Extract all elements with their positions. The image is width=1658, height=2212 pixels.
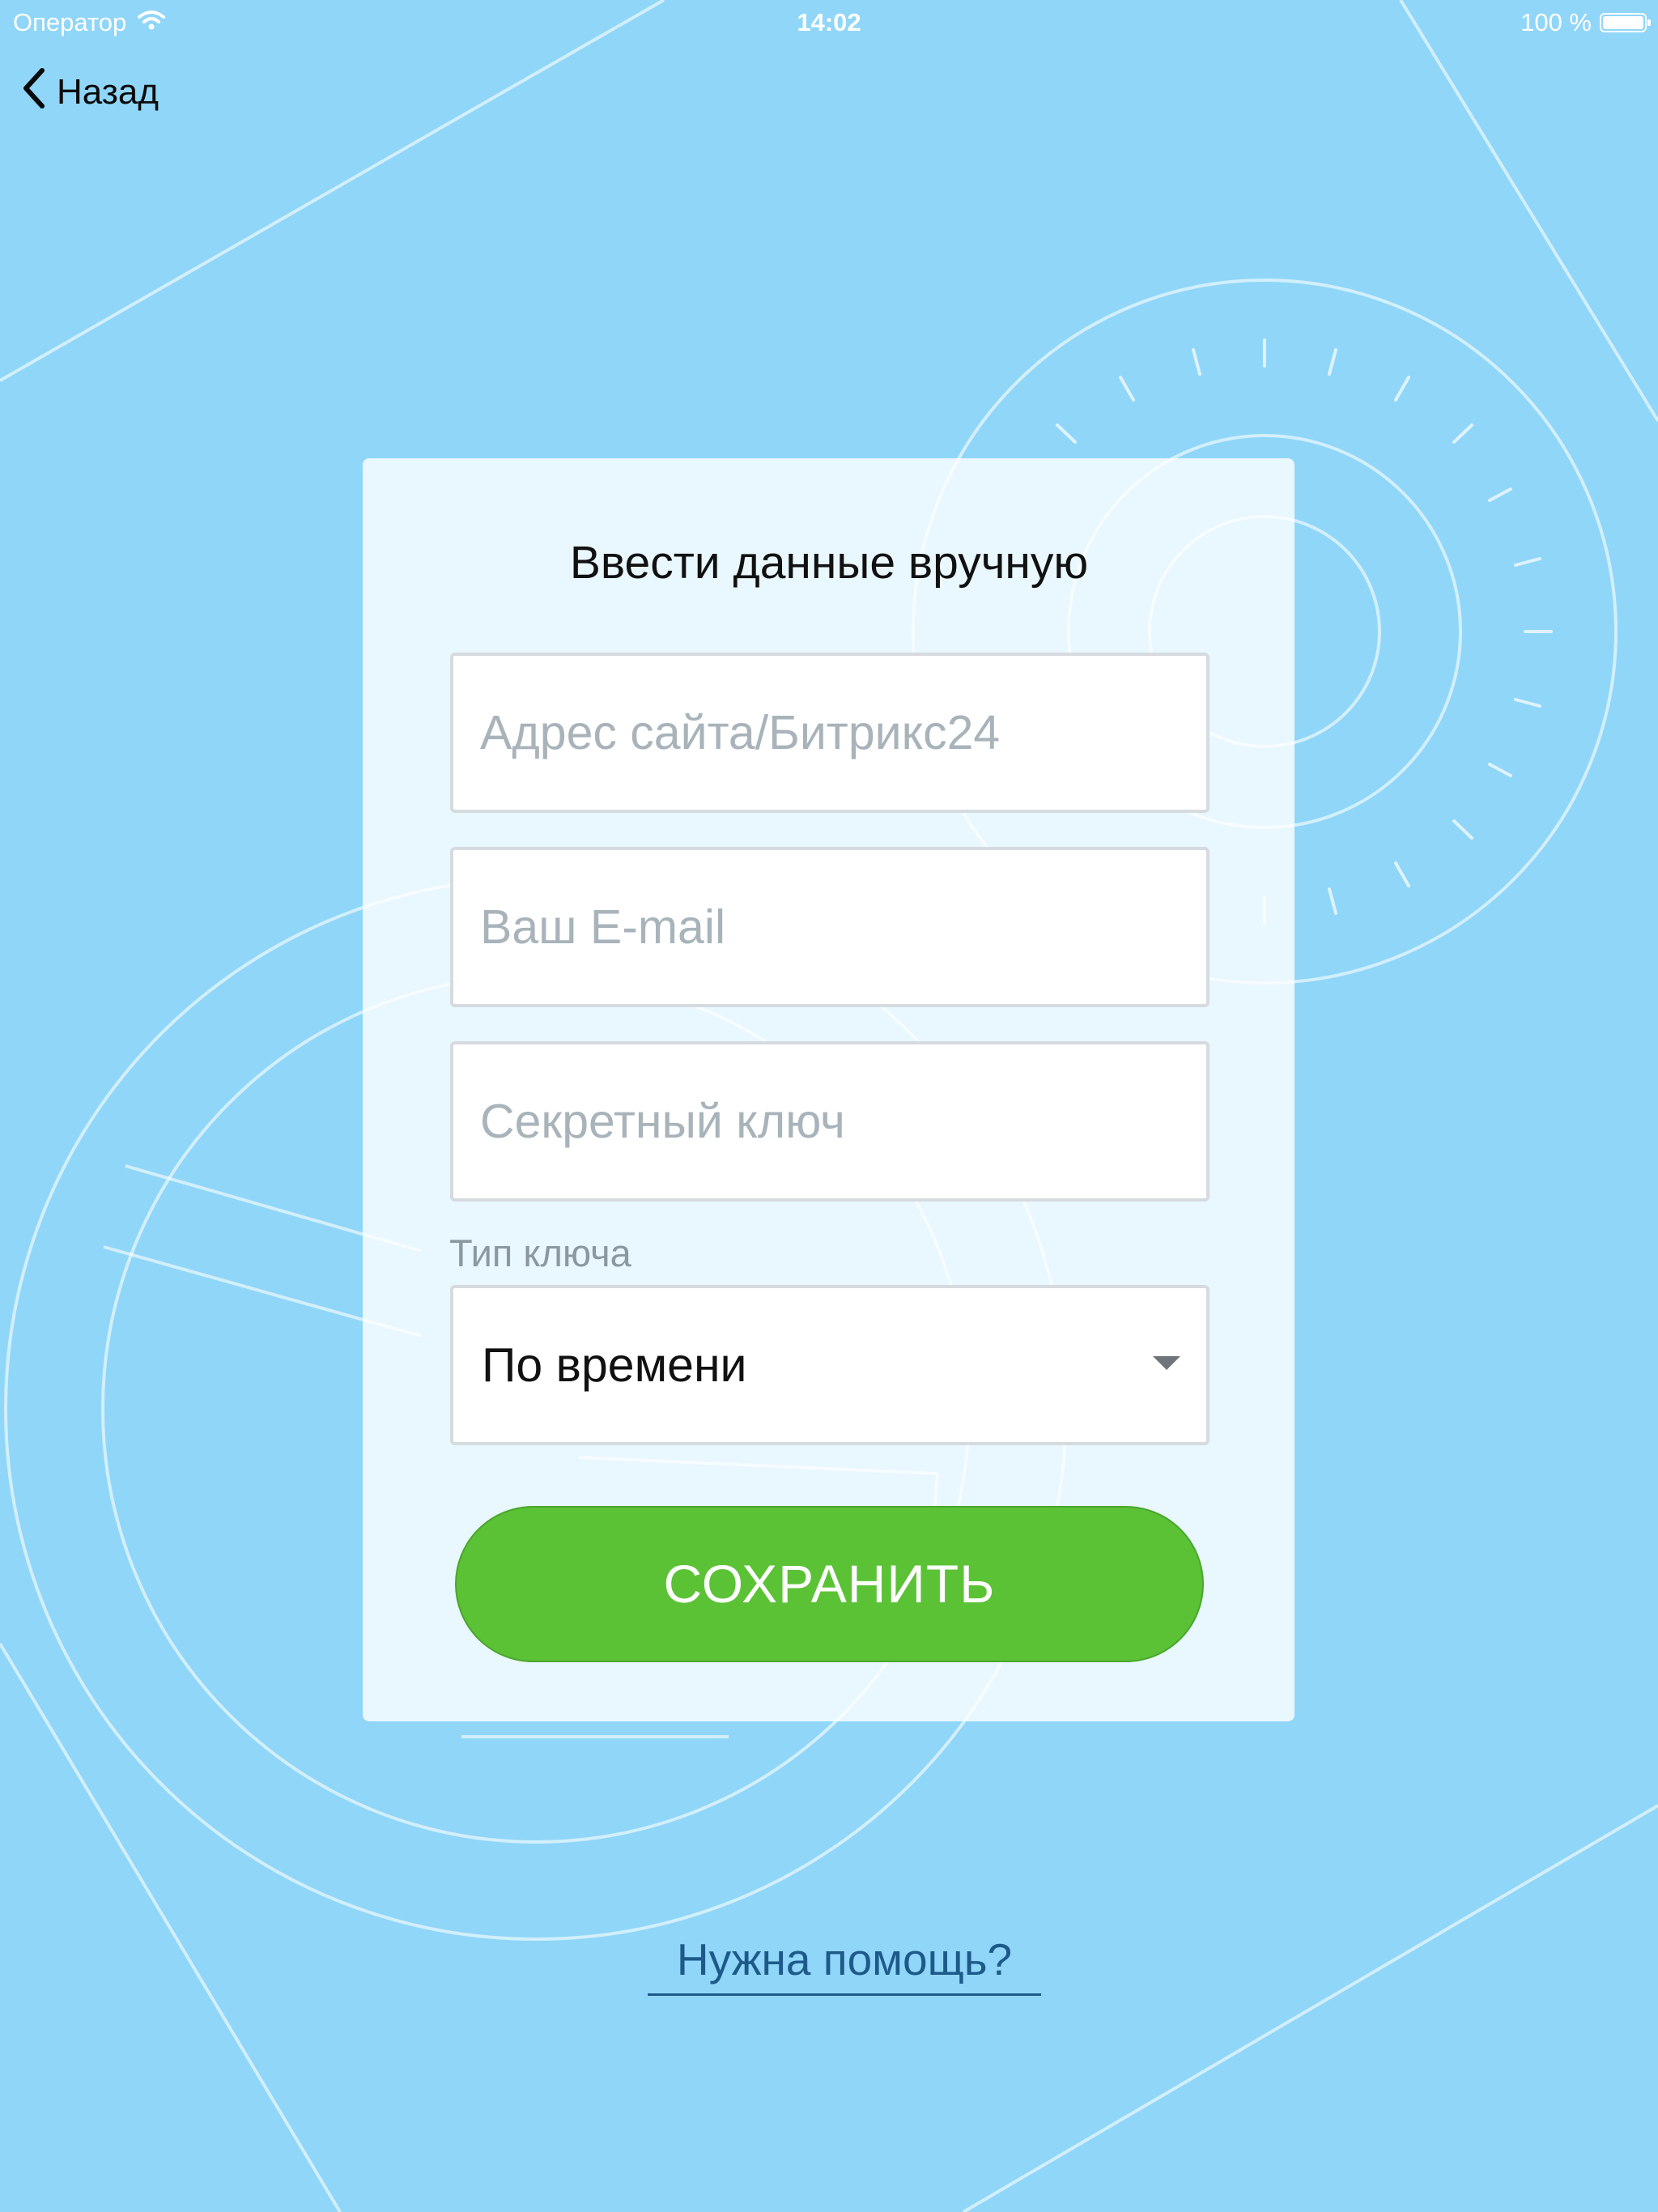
status-bar: Оператор 14:02 100 %: [0, 0, 1658, 45]
site-address-field[interactable]: [450, 653, 1209, 813]
save-button[interactable]: СОХРАНИТЬ: [455, 1506, 1204, 1662]
key-type-value: По времени: [482, 1338, 747, 1392]
back-button[interactable]: Назад: [23, 66, 159, 118]
dropdown-arrow-icon: [1153, 1356, 1180, 1370]
email-field[interactable]: [450, 847, 1209, 1007]
back-label: Назад: [57, 72, 159, 112]
form-title: Ввести данные вручную: [569, 537, 1089, 589]
chevron-left-icon: [23, 67, 45, 118]
secret-key-field[interactable]: [450, 1041, 1209, 1202]
battery-icon: [1600, 13, 1651, 32]
battery-percent: 100 %: [1520, 8, 1592, 36]
key-type-label: Тип ключа: [449, 1231, 631, 1274]
status-time: 14:02: [797, 8, 861, 36]
key-type-select[interactable]: По времени: [450, 1285, 1209, 1445]
status-right: 100 %: [1520, 8, 1651, 37]
help-link[interactable]: Нужна помощь?: [648, 1933, 1041, 1996]
